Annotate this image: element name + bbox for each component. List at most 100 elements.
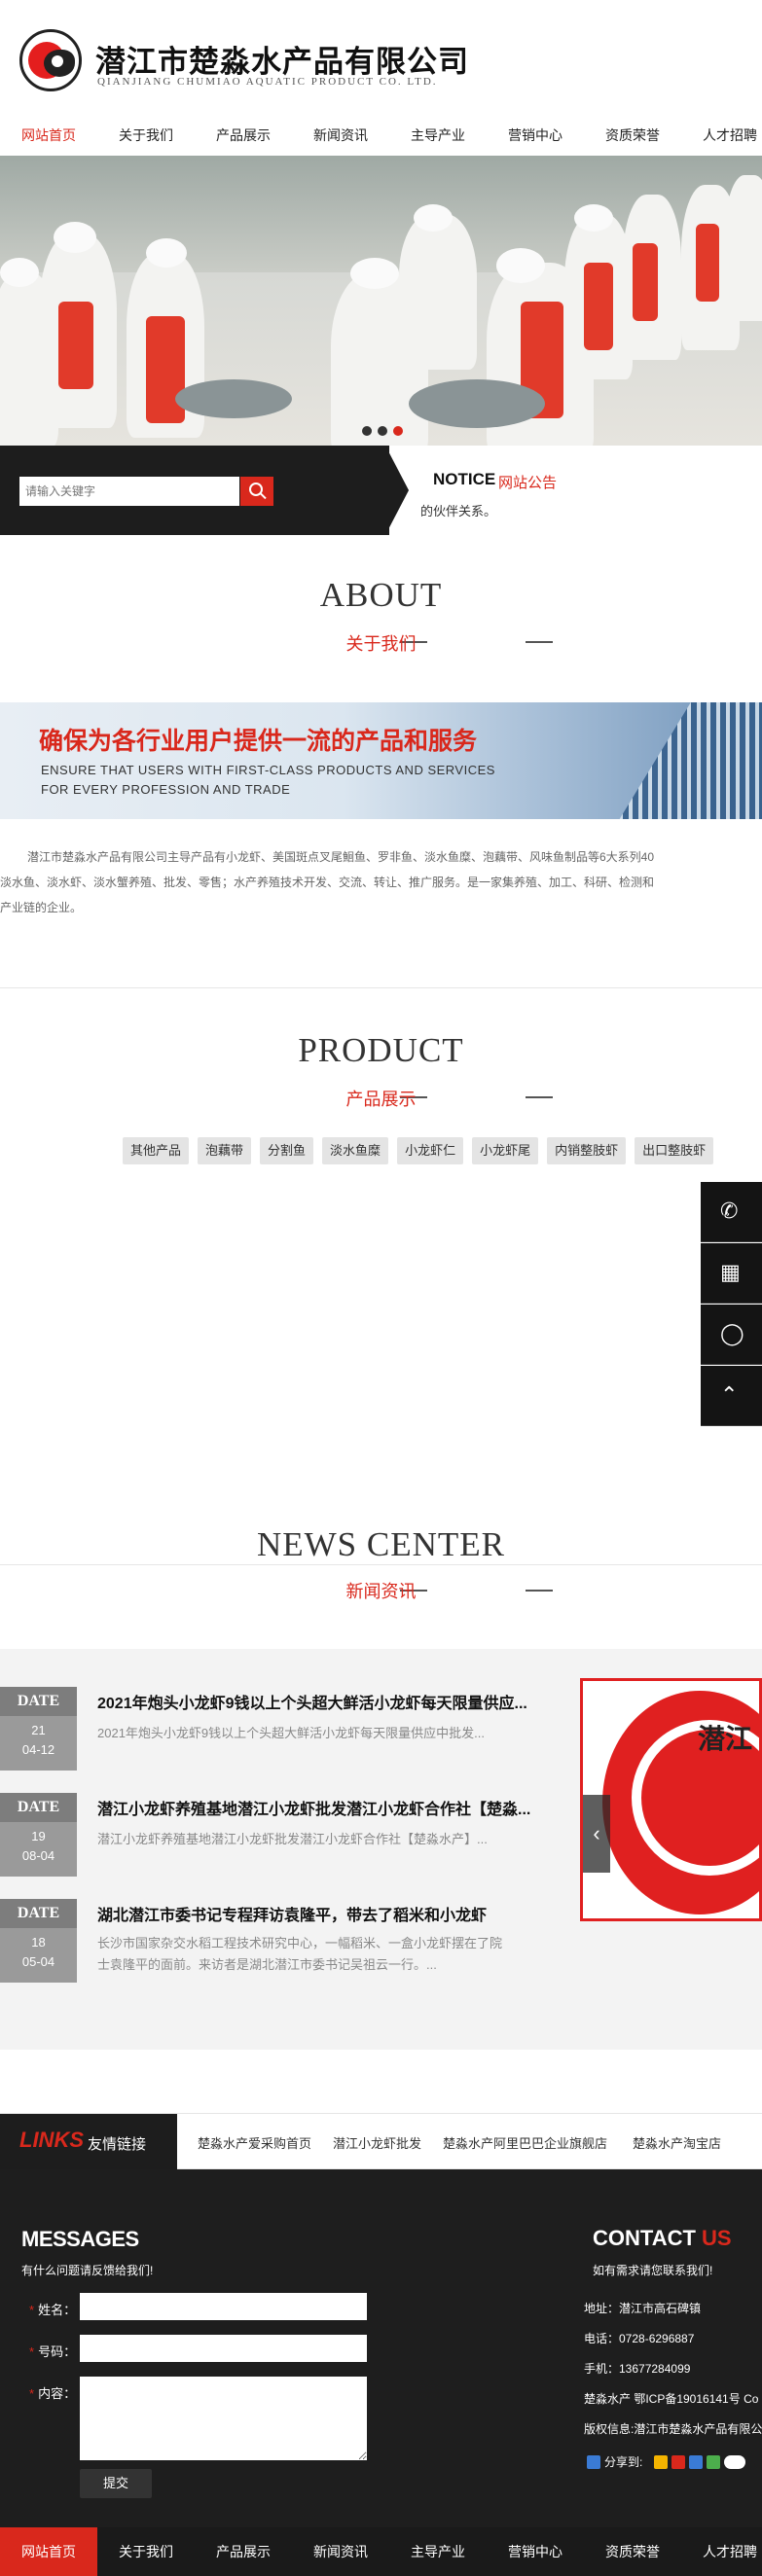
nav-item-products[interactable]: 产品展示 bbox=[195, 115, 292, 156]
nav-item-home[interactable]: 网站首页 bbox=[0, 115, 97, 156]
footer-nav-industry[interactable]: 主导产业 bbox=[389, 2527, 487, 2576]
product-tag-other[interactable]: 其他产品 bbox=[123, 1137, 190, 1164]
news-slider-prev-button[interactable]: ‹ bbox=[583, 1795, 610, 1873]
contact-copyright: 版权信息:潜江市楚淼水产品有限公 bbox=[584, 2422, 762, 2436]
phone-field[interactable] bbox=[80, 2335, 367, 2362]
search-input[interactable] bbox=[19, 477, 239, 506]
search-button[interactable] bbox=[240, 477, 273, 506]
float-back-to-top-button[interactable]: ⌃ bbox=[701, 1366, 762, 1426]
product-tag-surimi[interactable]: 淡水鱼糜 bbox=[322, 1137, 389, 1164]
news-divider bbox=[0, 1564, 762, 1565]
name-label: * 姓名： bbox=[29, 2303, 77, 2317]
product-section bbox=[0, 987, 762, 1561]
about-text-line-2: 淡水鱼、淡水虾、淡水蟹养殖、批发、零售；水产养殖技术开发、交流、转让、推广服务。… bbox=[0, 876, 655, 889]
product-tag-crayfish-tail[interactable]: 小龙虾尾 bbox=[472, 1137, 539, 1164]
banner-dot-3[interactable] bbox=[393, 426, 403, 436]
about-title-cn: 关于我们 bbox=[345, 634, 417, 654]
friend-link-4[interactable]: 楚淼水产淘宝店 bbox=[633, 2133, 721, 2152]
product-tag-lotus-root[interactable]: 泡藕带 bbox=[198, 1137, 252, 1164]
share-weibo-icon[interactable] bbox=[671, 2454, 686, 2469]
search-panel-arrow bbox=[370, 446, 409, 535]
hero-banner-image[interactable] bbox=[0, 156, 762, 446]
about-slogan-cn: 确保为各行业用户提供一流的产品和服务 bbox=[39, 728, 478, 755]
news-date-3: DATE 18 05-04 bbox=[0, 1899, 77, 1983]
footer-nav-news[interactable]: 新闻资讯 bbox=[292, 2527, 389, 2576]
notice-label-cn: 网站公告 bbox=[498, 475, 558, 491]
company-logo[interactable] bbox=[19, 29, 82, 91]
news-date-2: DATE 19 08-04 bbox=[0, 1793, 77, 1877]
nav-item-marketing[interactable]: 营销中心 bbox=[487, 115, 584, 156]
friend-links-label: LINKS 友情链接 bbox=[0, 2114, 177, 2170]
chevron-left-icon: ‹ bbox=[593, 1821, 600, 1845]
qq-icon: ◯ bbox=[720, 1321, 744, 1345]
share-more-icon[interactable] bbox=[724, 2454, 746, 2469]
product-tag-crayfish-meat[interactable]: 小龙虾仁 bbox=[397, 1137, 464, 1164]
product-title-cn: 产品展示 bbox=[345, 1090, 417, 1109]
product-tag-export-whole[interactable]: 出口整肢虾 bbox=[635, 1137, 714, 1164]
news-item-summary-2: 潜江小龙虾养殖基地潜江小龙虾批发潜江小龙虾合作社【楚淼水产】... bbox=[97, 1832, 488, 1846]
about-description: 潜江市楚淼水产品有限公司主导产品有小龙虾、美国斑点叉尾鮰鱼、罗非鱼、淡水鱼糜、泡… bbox=[0, 844, 762, 920]
content-field[interactable] bbox=[80, 2377, 367, 2460]
friend-link-1[interactable]: 楚淼水产爱采购首页 bbox=[198, 2133, 311, 2152]
news-title-en: NEWS CENTER bbox=[256, 1525, 505, 1563]
news-title-line-right bbox=[526, 1590, 553, 1592]
float-qrcode-button[interactable]: ▦ bbox=[701, 1243, 762, 1304]
contact-subtitle: 如有需求请您联系我们! bbox=[593, 2264, 713, 2277]
footer-nav: 网站首页 关于我们 产品展示 新闻资讯 主导产业 营销中心 资质荣誉 人才招聘 bbox=[0, 2527, 762, 2576]
nav-item-industry[interactable]: 主导产业 bbox=[389, 115, 487, 156]
phone-label: * 号码： bbox=[29, 2344, 77, 2359]
news-item-title-1[interactable]: 2021年炮头小龙虾9钱以上个头超大鲜活小龙虾每天限量供应... bbox=[97, 1690, 535, 1713]
share-tencent-icon[interactable] bbox=[689, 2454, 704, 2469]
friend-link-2[interactable]: 潜江小龙虾批发 bbox=[333, 2133, 421, 2152]
share-bar: 分享到: bbox=[587, 2453, 746, 2470]
share-label: 分享到: bbox=[604, 2455, 643, 2469]
news-item-summary-3: 长沙市国家杂交水稻工程技术研究中心，一幅稻米、一盒小龙虾摆在了院 士袁隆平的面前… bbox=[97, 1936, 503, 1972]
footer-nav-products[interactable]: 产品展示 bbox=[195, 2527, 292, 2576]
search-notice-bar: NOTICE 网站公告 的伙伴关系。 bbox=[0, 446, 762, 535]
friend-link-3[interactable]: 楚淼水产阿里巴巴企业旗舰店 bbox=[443, 2133, 607, 2152]
footer-nav-about[interactable]: 关于我们 bbox=[97, 2527, 195, 2576]
banner-dot-1[interactable] bbox=[362, 426, 372, 436]
contact-icp[interactable]: 楚淼水产 鄂ICP备19016141号 Co bbox=[584, 2390, 758, 2407]
float-phone-button[interactable]: ✆ bbox=[701, 1182, 762, 1242]
product-tag-domestic-whole[interactable]: 内销整肢虾 bbox=[547, 1137, 627, 1164]
footer-nav-marketing[interactable]: 营销中心 bbox=[487, 2527, 584, 2576]
nav-item-about[interactable]: 关于我们 bbox=[97, 115, 195, 156]
news-item-title-3[interactable]: 湖北潜江市委书记专程拜访袁隆平，带去了稻米和小龙虾 bbox=[97, 1902, 535, 1925]
footer-nav-home[interactable]: 网站首页 bbox=[0, 2527, 97, 2576]
footer-nav-honors[interactable]: 资质荣誉 bbox=[584, 2527, 681, 2576]
news-item-summary-1: 2021年炮头小龙虾9钱以上个头超大鲜活小龙虾每天限量供应中批发... bbox=[97, 1726, 485, 1740]
contact-tel: 电话：0728-6296887 bbox=[584, 2332, 695, 2345]
phone-icon: ✆ bbox=[720, 1199, 739, 1223]
company-name-en: QIANJIANG CHUMIAO AQUATIC PRODUCT CO. LT… bbox=[97, 76, 438, 88]
notice-label-en: NOTICE bbox=[433, 470, 496, 488]
messages-subtitle: 有什么问题请反馈给我们! bbox=[21, 2264, 154, 2277]
banner-dot-2[interactable] bbox=[378, 426, 387, 436]
news-image-logo-text: 潜江 bbox=[698, 1724, 753, 1754]
nav-item-jobs[interactable]: 人才招聘 bbox=[681, 115, 762, 156]
back-to-top-icon: ⌃ bbox=[720, 1382, 739, 1407]
product-title-en: PRODUCT bbox=[298, 1031, 464, 1069]
name-field[interactable] bbox=[80, 2293, 367, 2320]
submit-button[interactable]: 提交 bbox=[80, 2469, 152, 2498]
nav-item-honors[interactable]: 资质荣誉 bbox=[584, 115, 681, 156]
company-name-cn: 潜江市楚淼水产品有限公司 bbox=[95, 45, 469, 79]
notice-text[interactable]: 的伙伴关系。 bbox=[420, 501, 496, 519]
page: 潜江市楚淼水产品有限公司 QIANJIANG CHUMIAO AQUATIC P… bbox=[0, 0, 762, 2576]
share-wechat-icon[interactable] bbox=[707, 2454, 721, 2469]
product-category-tags: 其他产品 泡藕带 分割鱼 淡水鱼糜 小龙虾仁 小龙虾尾 内销整肢虾 出口整肢虾 bbox=[123, 1137, 714, 1164]
main-nav: 网站首页 关于我们 产品展示 新闻资讯 主导产业 营销中心 资质荣誉 人才招聘 bbox=[0, 115, 762, 156]
nav-item-news[interactable]: 新闻资讯 bbox=[292, 115, 389, 156]
contact-address: 地址：潜江市高石碑镇 bbox=[584, 2302, 702, 2315]
share-qzone-icon[interactable] bbox=[654, 2454, 669, 2469]
float-qq-button[interactable]: ◯ bbox=[701, 1305, 762, 1365]
about-banner-image bbox=[0, 702, 762, 819]
product-tag-cut-fish[interactable]: 分割鱼 bbox=[260, 1137, 314, 1164]
about-title-line-right bbox=[526, 641, 553, 643]
banner-pagination bbox=[362, 426, 403, 436]
product-title-line-right bbox=[526, 1096, 553, 1098]
messages-title: MESSAGES bbox=[21, 2227, 139, 2251]
footer-nav-jobs[interactable]: 人才招聘 bbox=[681, 2527, 762, 2576]
contact-mobile: 手机：13677284099 bbox=[584, 2362, 691, 2376]
news-item-title-2[interactable]: 潜江小龙虾养殖基地潜江小龙虾批发潜江小龙虾合作社【楚淼... bbox=[97, 1796, 535, 1819]
